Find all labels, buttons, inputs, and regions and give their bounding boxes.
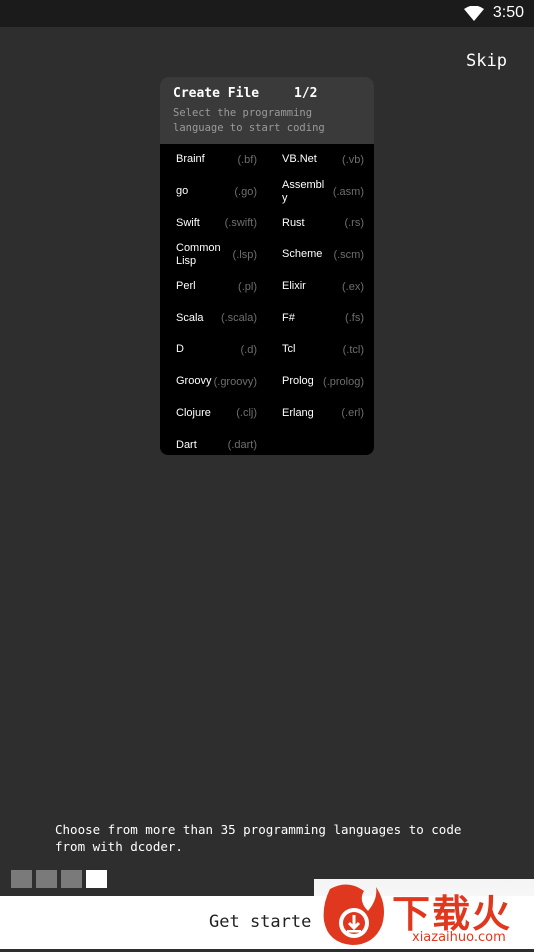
watermark: 下载火 xiazaihuo.com (314, 879, 534, 949)
language-extension: (.lsp) (232, 248, 257, 261)
language-name: Brainf (176, 153, 205, 166)
language-name: Dart (176, 438, 197, 451)
status-time: 3:50 (492, 4, 524, 21)
language-extension: (.swift) (224, 217, 257, 230)
language-item[interactable]: Assembly (.asm) (267, 176, 374, 208)
language-name: Common Lisp (176, 241, 221, 267)
language-grid: Brainf (.bf) VB.Net (.vb) go (.go) Assembly… (160, 144, 374, 455)
language-item[interactable]: Elixir (.ex) (267, 271, 374, 303)
language-item[interactable]: Perl (.pl) (160, 271, 267, 303)
language-name: Rust (282, 216, 305, 229)
language-name: Tcl (282, 343, 296, 356)
card-header: Create File 1/2 Select the programming l… (160, 77, 374, 144)
card-title: Create File (173, 86, 260, 101)
language-item[interactable]: Erlang (.erl) (267, 398, 374, 430)
skip-button[interactable]: Skip (466, 51, 507, 71)
language-item[interactable]: Swift (.swift) (160, 207, 267, 239)
wifi-icon (464, 5, 484, 27)
page-indicator (11, 870, 107, 888)
language-extension: (.rs) (344, 217, 364, 230)
create-file-card: Create File 1/2 Select the programming l… (160, 77, 374, 455)
status-bar: 3:50 (0, 0, 534, 27)
language-item[interactable]: Groovy (.groovy) (160, 366, 267, 398)
language-extension: (.scala) (220, 312, 257, 325)
language-extension: (.d) (240, 343, 258, 356)
language-extension: (.vb) (342, 153, 364, 166)
language-name: Perl (176, 280, 196, 293)
language-extension: (.groovy) (213, 375, 257, 388)
language-name: go (176, 185, 189, 198)
language-extension: (.dart) (227, 439, 257, 452)
page-dot (36, 870, 57, 888)
language-extension: (.go) (234, 185, 257, 198)
language-extension: (.bf) (237, 153, 257, 166)
language-item[interactable]: Scheme (.scm) (267, 239, 374, 271)
language-extension: (.erl) (341, 407, 364, 420)
onboarding-description: Choose from more than 35 programming lan… (55, 822, 462, 854)
language-name: Elixir (282, 280, 306, 293)
language-item[interactable]: F# (.fs) (267, 302, 374, 334)
language-extension: (.clj) (236, 407, 257, 420)
card-subtitle: Select the programming language to start… (173, 107, 325, 134)
language-name: VB.Net (282, 153, 317, 166)
language-name: Scala (176, 311, 204, 324)
language-name: Assembly (282, 178, 325, 204)
language-item[interactable]: Dart (.dart) (160, 429, 267, 455)
watermark-url: xiazaihuo.com (412, 930, 506, 945)
language-item[interactable]: VB.Net (.vb) (267, 144, 374, 176)
language-item[interactable]: Prolog (.prolog) (267, 366, 374, 398)
language-extension: (.fs) (345, 312, 364, 325)
page-dot (11, 870, 32, 888)
get-started-button[interactable]: Get starte (209, 912, 311, 932)
language-item[interactable]: Clojure (.clj) (160, 398, 267, 430)
language-item[interactable]: Scala (.scala) (160, 302, 267, 334)
language-extension: (.prolog) (323, 375, 364, 388)
language-item[interactable]: Tcl (.tcl) (267, 334, 374, 366)
language-name: F# (282, 311, 295, 324)
language-extension: (.tcl) (342, 343, 364, 356)
page-dot-active (86, 870, 107, 888)
language-extension: (.scm) (333, 248, 364, 261)
language-name: Erlang (282, 406, 314, 419)
language-item[interactable]: Common Lisp (.lsp) (160, 239, 267, 271)
language-name: Scheme (282, 248, 323, 261)
language-item[interactable]: Brainf (.bf) (160, 144, 267, 176)
language-name: D (176, 343, 184, 356)
language-extension: (.asm) (332, 185, 364, 198)
language-name: Clojure (176, 406, 211, 419)
language-name: Swift (176, 216, 200, 229)
download-flame-logo (318, 881, 388, 952)
page-dot (61, 870, 82, 888)
language-item[interactable]: go (.go) (160, 176, 267, 208)
language-extension: (.ex) (342, 280, 364, 293)
language-item[interactable]: D (.d) (160, 334, 267, 366)
language-extension: (.pl) (238, 280, 257, 293)
language-item[interactable]: Rust (.rs) (267, 207, 374, 239)
card-page-indicator: 1/2 (294, 86, 318, 101)
